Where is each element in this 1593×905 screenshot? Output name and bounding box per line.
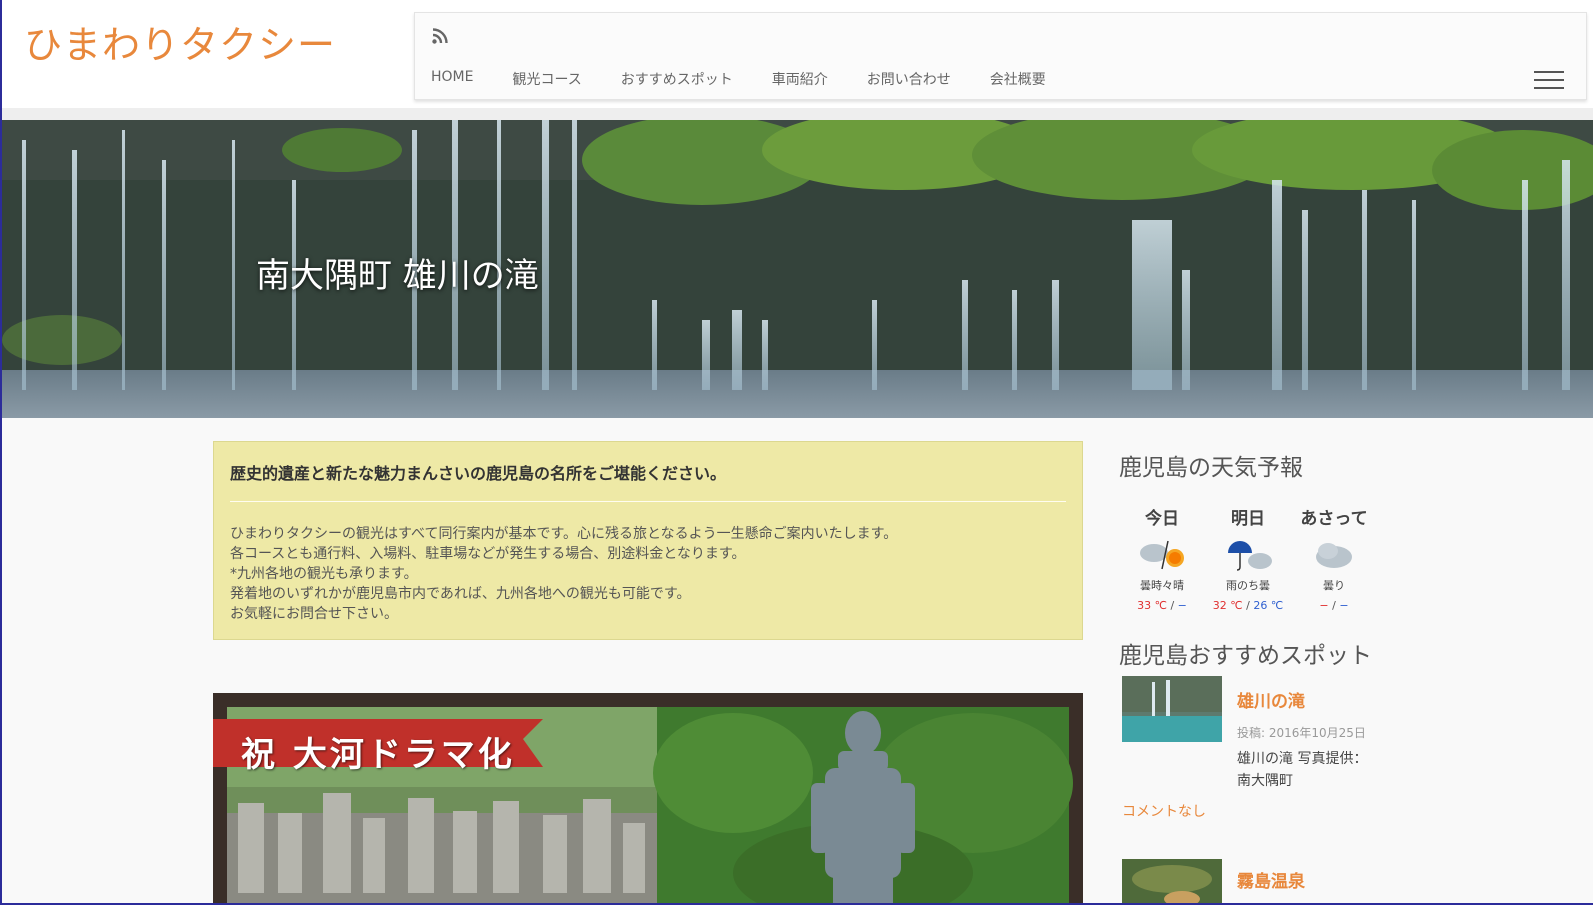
spot-post-date: 投稿: 2016年10月25日	[1237, 726, 1366, 740]
spot-thumbnail-image	[1122, 859, 1222, 905]
spot-thumbnail[interactable]	[1122, 859, 1222, 905]
spot-excerpt: 雄川の滝 写真提供：南大隅町	[1237, 751, 1368, 789]
nav-item-recommended-spots[interactable]: おすすめスポット	[621, 69, 733, 89]
nav-menu: HOME 観光コース おすすめスポット 車両紹介 お問い合わせ 会社概要	[431, 69, 1085, 89]
hamburger-menu-icon[interactable]	[1534, 71, 1564, 91]
site-title[interactable]: ひまわりタクシー	[24, 14, 336, 69]
spot-thumbnail[interactable]	[1122, 676, 1222, 742]
hero-caption: 南大隅町 雄川の滝	[256, 256, 539, 296]
spot-comments-link[interactable]: コメントなし	[1122, 801, 1206, 821]
rain-cloud-icon	[1228, 541, 1272, 571]
weather-temperature: − / −	[1319, 599, 1349, 612]
weather-condition: 雨のち曇	[1226, 579, 1270, 592]
weather-day-tomorrow: 明日 雨のち曇 32 ℃ / 26 ℃	[1205, 504, 1291, 612]
weather-widget: 鹿児島の天気予報 今日 曇時々晴 33 ℃ / − 明日 雨のち曇 32 ℃ /…	[1119, 448, 1419, 612]
weather-widget-title: 鹿児島の天気予報	[1119, 455, 1303, 481]
intro-notice-box: 歴史的遺産と新たな魅力まんさいの鹿児島の名所をご堪能ください。 ひまわりタクシー…	[213, 441, 1083, 640]
weather-condition: 曇り	[1323, 579, 1345, 592]
promo-banner-text: 祝 大河ドラマ化	[241, 735, 515, 775]
promo-banner-image[interactable]: 祝 大河ドラマ化	[213, 693, 1083, 905]
waterfall-image	[2, 120, 1593, 418]
notice-body: ひまわりタクシーの観光はすべて同行案内が基本です。心に残る旅となるよう一生懸命ご…	[230, 524, 897, 624]
notice-title: 歴史的遺産と新たな魅力まんさいの鹿児島の名所をご堪能ください。	[230, 464, 727, 483]
nav-item-company[interactable]: 会社概要	[990, 69, 1046, 89]
weather-forecast: 今日 曇時々晴 33 ℃ / − 明日 雨のち曇 32 ℃ / 26 ℃ あさっ…	[1119, 504, 1377, 612]
spot-title-link[interactable]: 雄川の滝	[1237, 687, 1305, 712]
rss-icon[interactable]	[431, 27, 449, 45]
weather-day-name: 今日	[1145, 509, 1179, 529]
notice-line: お気軽にお問合せ下さい。	[230, 606, 398, 622]
notice-line: 各コースとも通行料、入場料、駐車場などが発生する場合、別途料金となります。	[230, 546, 746, 562]
spots-widget-title: 鹿児島おすすめスポット	[1119, 643, 1372, 669]
header-separator	[2, 108, 1593, 120]
nav-item-tour-courses[interactable]: 観光コース	[512, 69, 581, 89]
notice-divider	[230, 501, 1066, 502]
notice-line: ひまわりタクシーの観光はすべて同行案内が基本です。心に残る旅となるよう一生懸命ご…	[230, 526, 898, 542]
notice-line: 発着地のいずれかが鹿児島市内であれば、九州各地への観光も可能です。	[230, 586, 691, 602]
nav-item-vehicles[interactable]: 車両紹介	[772, 69, 828, 89]
notice-line: *九州各地の観光も承ります。	[230, 566, 418, 582]
weather-condition: 曇時々晴	[1140, 579, 1184, 592]
hero-banner: 南大隅町 雄川の滝	[2, 120, 1593, 418]
cloud-sun-icon	[1140, 540, 1184, 570]
nav-item-contact[interactable]: お問い合わせ	[867, 69, 951, 89]
weather-day-name: 明日	[1231, 509, 1265, 529]
weather-day-after-tomorrow: あさって 曇り − / −	[1291, 504, 1377, 612]
weather-temperature: 33 ℃ / −	[1137, 599, 1187, 612]
cloud-icon	[1316, 543, 1352, 568]
navigation-bar: HOME 観光コース おすすめスポット 車両紹介 お問い合わせ 会社概要	[414, 12, 1587, 100]
weather-day-name: あさって	[1300, 509, 1368, 529]
spot-title-link[interactable]: 霧島温泉	[1237, 867, 1305, 892]
nav-item-home[interactable]: HOME	[431, 69, 473, 89]
weather-temperature: 32 ℃ / 26 ℃	[1212, 599, 1284, 612]
spot-thumbnail-image	[1122, 676, 1222, 742]
weather-day-today: 今日 曇時々晴 33 ℃ / −	[1119, 504, 1205, 612]
promo-photo	[213, 693, 1083, 905]
